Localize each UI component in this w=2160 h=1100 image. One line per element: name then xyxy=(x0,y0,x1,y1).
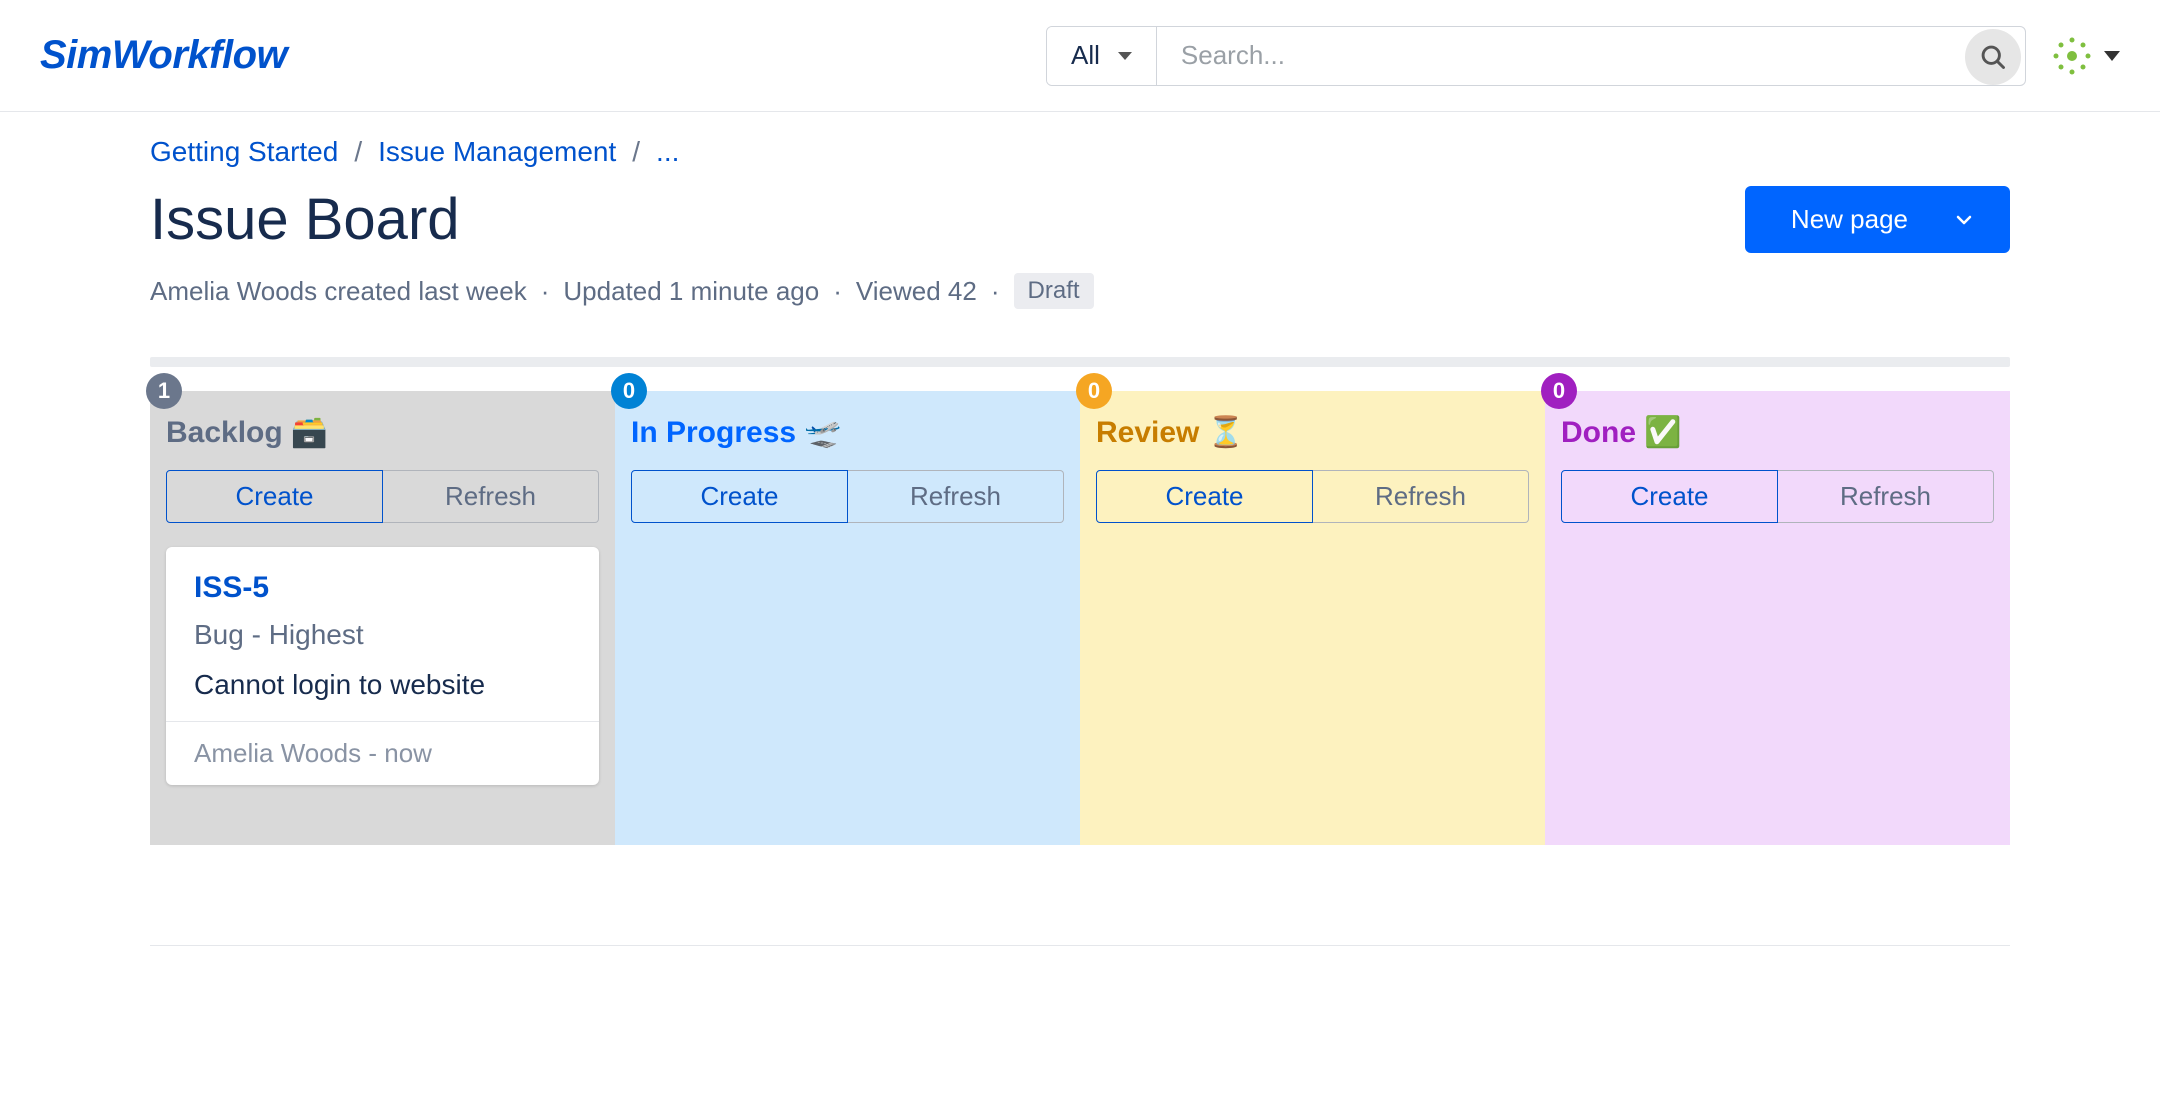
breadcrumb-item-issue-management[interactable]: Issue Management xyxy=(378,136,616,168)
breadcrumb-sep: / xyxy=(632,136,640,168)
search-filter-label: All xyxy=(1071,40,1100,71)
breadcrumb-sep: / xyxy=(354,136,362,168)
user-menu[interactable] xyxy=(2050,34,2120,78)
box-icon: 🗃️ xyxy=(291,415,328,450)
meta-viewed: Viewed 42 xyxy=(856,276,977,307)
breadcrumb-more[interactable]: ... xyxy=(656,136,679,168)
kanban-board: 1 Backlog 🗃️ Create Refresh ISS-5 Bug - … xyxy=(150,391,2010,845)
create-button-review[interactable]: Create xyxy=(1096,470,1313,523)
avatar-icon xyxy=(2050,34,2094,78)
create-button-in-progress[interactable]: Create xyxy=(631,470,848,523)
column-in-progress: 0 In Progress 🛫 Create Refresh xyxy=(615,391,1080,845)
issue-card[interactable]: ISS-5 Bug - Highest Cannot login to webs… xyxy=(166,547,599,785)
create-button-backlog[interactable]: Create xyxy=(166,470,383,523)
page-meta: Amelia Woods created last week · Updated… xyxy=(150,273,2010,309)
column-title-review: Review ⏳ xyxy=(1096,415,1529,450)
progress-icon: 🛫 xyxy=(804,415,841,450)
divider xyxy=(150,357,2010,367)
issue-summary: Cannot login to website xyxy=(194,669,571,701)
column-backlog: 1 Backlog 🗃️ Create Refresh ISS-5 Bug - … xyxy=(150,391,615,845)
refresh-button-done[interactable]: Refresh xyxy=(1778,470,1994,523)
search-filter-dropdown[interactable]: All xyxy=(1047,27,1157,85)
issue-footer: Amelia Woods - now xyxy=(166,721,599,785)
column-count-in-progress: 0 xyxy=(611,373,647,409)
refresh-button-review[interactable]: Refresh xyxy=(1313,470,1529,523)
meta-author: Amelia Woods created last week xyxy=(150,276,527,307)
meta-updated: Updated 1 minute ago xyxy=(563,276,819,307)
search-button[interactable] xyxy=(1965,29,2021,85)
issue-id: ISS-5 xyxy=(194,571,571,605)
footer-divider xyxy=(150,945,2010,946)
refresh-button-in-progress[interactable]: Refresh xyxy=(848,470,1064,523)
search-input[interactable] xyxy=(1157,27,1965,85)
column-review: 0 Review ⏳ Create Refresh xyxy=(1080,391,1545,845)
search-icon xyxy=(1979,43,2007,71)
column-count-done: 0 xyxy=(1541,373,1577,409)
draft-badge: Draft xyxy=(1014,273,1094,309)
chevron-down-icon xyxy=(2104,51,2120,61)
chevron-down-icon xyxy=(1956,212,1972,228)
search-group: All xyxy=(1046,26,2026,86)
hourglass-icon: ⏳ xyxy=(1207,415,1244,450)
title-row: Issue Board New page xyxy=(150,186,2010,253)
column-count-backlog: 1 xyxy=(146,373,182,409)
column-count-review: 0 xyxy=(1076,373,1112,409)
caret-down-icon xyxy=(1118,52,1132,60)
column-done: 0 Done ✅ Create Refresh xyxy=(1545,391,2010,845)
breadcrumb: Getting Started / Issue Management / ... xyxy=(150,136,2010,168)
main: Getting Started / Issue Management / ...… xyxy=(0,112,2160,946)
new-page-label: New page xyxy=(1791,204,1908,235)
topbar: SimWorkflow All xyxy=(0,0,2160,112)
breadcrumb-item-getting-started[interactable]: Getting Started xyxy=(150,136,338,168)
page-title: Issue Board xyxy=(150,186,1745,253)
check-icon: ✅ xyxy=(1644,415,1681,450)
refresh-button-backlog[interactable]: Refresh xyxy=(383,470,599,523)
issue-type: Bug - Highest xyxy=(194,619,571,651)
column-title-in-progress: In Progress 🛫 xyxy=(631,415,1064,450)
new-page-button[interactable]: New page xyxy=(1745,186,2010,253)
logo[interactable]: SimWorkflow xyxy=(40,33,287,78)
column-title-backlog: Backlog 🗃️ xyxy=(166,415,599,450)
column-title-done: Done ✅ xyxy=(1561,415,1994,450)
create-button-done[interactable]: Create xyxy=(1561,470,1778,523)
